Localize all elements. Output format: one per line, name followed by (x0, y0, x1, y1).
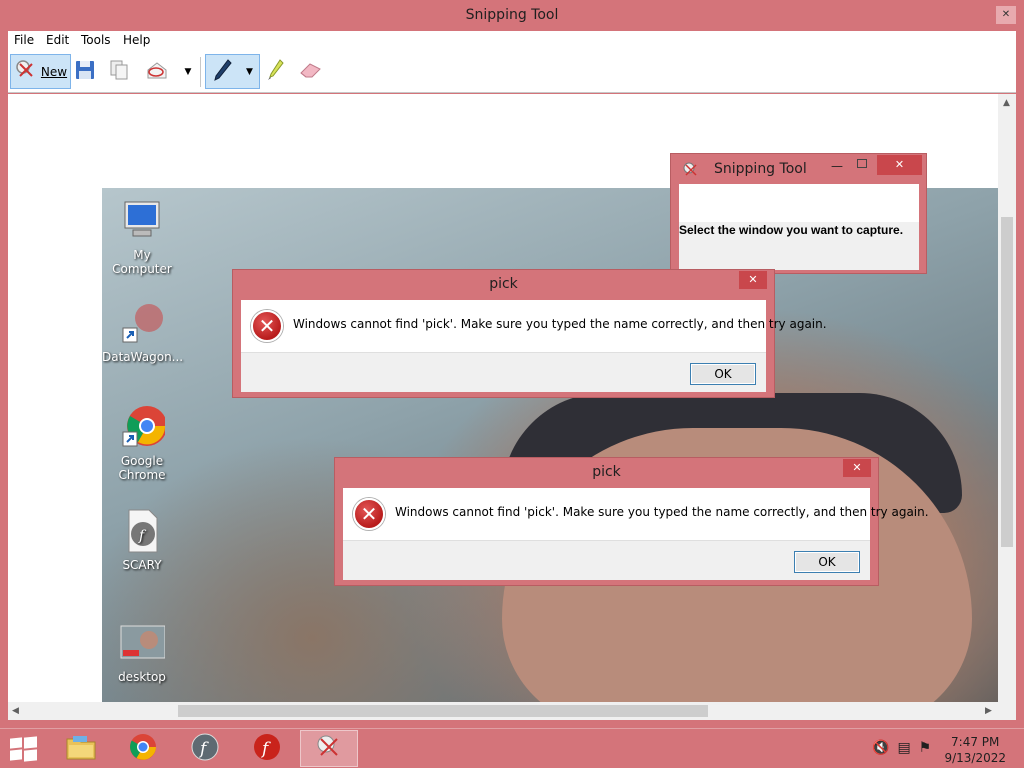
desktop-icon-desktop[interactable]: desktop (102, 620, 182, 684)
close-button[interactable]: ✕ (996, 6, 1016, 24)
chrome-icon (119, 404, 167, 450)
dialog-title: pick (489, 276, 518, 292)
chevron-down-icon: ▼ (246, 66, 253, 77)
pen-button[interactable]: ▼ (205, 54, 260, 89)
windows-logo-icon (24, 749, 37, 762)
desktop-icon-label: desktop (118, 670, 166, 684)
menu-tools[interactable]: Tools (81, 33, 111, 47)
new-label: New (40, 64, 68, 79)
dialog-body: ✕ Windows cannot find 'pick'. Make sure … (241, 300, 827, 352)
menu-help[interactable]: Help (123, 33, 150, 47)
menu-edit[interactable]: Edit (46, 33, 69, 47)
windows-logo-icon (10, 737, 22, 749)
menu-file[interactable]: File (14, 33, 34, 47)
maximize-button[interactable] (857, 159, 867, 168)
horizontal-scroll-thumb[interactable] (178, 705, 708, 717)
network-icon[interactable]: ▤ (897, 740, 910, 756)
highlighter-button[interactable] (264, 54, 288, 89)
dialog-title: pick (592, 464, 621, 480)
error-dialog: pick ✕ ✕ Windows cannot find 'pick'. Mak… (232, 269, 827, 398)
dialog-message: Windows cannot find 'pick'. Make sure yo… (293, 317, 827, 331)
flash-icon: f (252, 732, 282, 765)
windows-logo-icon (10, 749, 22, 761)
clock-time: 7:47 PM (951, 735, 1000, 749)
menu-bar: File Edit Tools Help (8, 31, 1016, 51)
desktop-icon-my-computer[interactable]: My Computer (102, 198, 182, 276)
desktop-icon-label: DataWagon... (102, 350, 184, 364)
action-center-icon[interactable]: ⚑ (919, 740, 932, 756)
dialog-footer: OK (241, 352, 766, 392)
scissors-icon (14, 58, 38, 85)
desktop-icon-label: Google Chrome (118, 454, 166, 482)
save-button[interactable] (72, 54, 98, 89)
vertical-scroll-thumb[interactable] (1001, 217, 1013, 547)
dialog-close-button[interactable]: ✕ (739, 271, 767, 289)
snip-window-title: Snipping Tool (714, 161, 807, 177)
send-snip-button[interactable] (143, 54, 173, 89)
eraser-button[interactable] (297, 54, 325, 89)
scissors-icon (682, 161, 700, 177)
send-email-icon (145, 59, 171, 84)
vertical-scrollbar[interactable]: ▲ (998, 94, 1016, 702)
send-dropdown-button[interactable]: ▼ (181, 54, 195, 89)
new-snip-button[interactable]: New (10, 54, 71, 89)
chevron-down-icon: ▼ (184, 66, 192, 77)
clock-date: 9/13/2022 (944, 751, 1006, 765)
taskbar-flash[interactable]: f (238, 730, 296, 767)
error-dialog: pick ✕ ✕ Windows cannot find 'pick'. Mak… (334, 457, 929, 586)
computer-icon (119, 198, 165, 244)
snipping-tool-prompt-window: Snipping Tool — ✕ Select the window you … (670, 153, 927, 274)
highlighter-icon (266, 58, 286, 85)
ok-button[interactable]: OK (690, 363, 756, 385)
flash-file-icon: f (119, 508, 165, 554)
dialog-body: ✕ Windows cannot find 'pick'. Make sure … (343, 488, 929, 540)
desktop-icon-scary[interactable]: f SCARY (102, 508, 182, 572)
copy-button[interactable] (106, 54, 132, 89)
taskbar-snipping-tool[interactable] (300, 730, 358, 767)
pen-icon (212, 58, 234, 85)
copy-icon (108, 59, 130, 84)
toolbar-separator (200, 57, 201, 87)
eraser-icon (298, 60, 324, 83)
file-explorer-icon (65, 733, 97, 764)
ok-button[interactable]: OK (794, 551, 860, 573)
minimize-button[interactable]: — (831, 159, 843, 173)
system-tray: 🔇 ▤ ⚑ (872, 740, 931, 756)
flash-player-icon: f (190, 732, 220, 765)
error-icon: ✕ (251, 310, 283, 342)
snip-window-body: Select the window you want to capture. (679, 184, 919, 270)
scroll-right-icon[interactable]: ▶ (985, 706, 992, 716)
chrome-icon (128, 732, 158, 765)
taskbar-file-explorer[interactable] (52, 730, 110, 767)
snip-instruction-text: Select the window you want to capture. (679, 223, 904, 237)
dialog-message: Windows cannot find 'pick'. Make sure yo… (395, 505, 929, 519)
scroll-corner (998, 702, 1016, 720)
volume-muted-icon[interactable]: 🔇 (872, 740, 889, 756)
windows-logo-icon (24, 736, 37, 749)
toolbar: New ▼ ▼ (8, 51, 1016, 93)
snipping-tool-icon (314, 733, 344, 764)
desktop-icon-label: SCARY (122, 558, 162, 572)
image-file-icon (119, 620, 166, 666)
start-button[interactable] (10, 736, 38, 762)
title-bar[interactable]: Snipping Tool ✕ (0, 0, 1024, 31)
snip-window-close-button[interactable]: ✕ (877, 155, 922, 175)
scroll-left-icon[interactable]: ◀ (12, 706, 19, 716)
taskbar-flash-player[interactable]: f (176, 730, 234, 767)
dialog-close-button[interactable]: ✕ (843, 459, 871, 477)
desktop-icon-google-chrome[interactable]: Google Chrome (102, 404, 182, 482)
taskbar-clock[interactable]: 7:47 PM 9/13/2022 (944, 734, 1006, 766)
error-icon: ✕ (353, 498, 385, 530)
taskbar: f f 🔇 ▤ ⚑ 7:47 PM 9/13/2022 (0, 728, 1024, 768)
dialog-footer: OK (343, 540, 870, 580)
taskbar-chrome[interactable] (114, 730, 172, 767)
desktop-icon-datawagon[interactable]: DataWagon... (102, 300, 184, 364)
shortcut-icon (119, 300, 165, 346)
horizontal-scrollbar[interactable]: ◀ ▶ (8, 702, 998, 720)
window-title: Snipping Tool (465, 7, 559, 23)
scroll-up-icon[interactable]: ▲ (1003, 98, 1010, 108)
desktop-icon-label: My Computer (112, 248, 172, 276)
save-icon (74, 59, 96, 84)
